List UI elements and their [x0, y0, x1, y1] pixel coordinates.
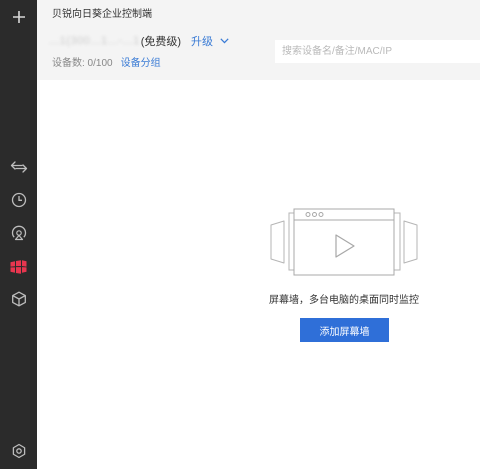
clock-icon [11, 192, 26, 208]
account-switcher[interactable]: ...1(300...1...-...1 (免费级) 升级 [49, 33, 229, 49]
add-button[interactable] [0, 2, 37, 32]
header: 贝锐向日葵企业控制端 ...1(300...1...-...1 (免费级) 升级… [37, 0, 480, 80]
empty-state-message: 屏幕墙，多台电脑的桌面同时监控 [269, 295, 419, 306]
remote-control-icon [10, 161, 27, 173]
screen-wall-icon [10, 260, 27, 274]
sidebar-item-remote-control[interactable] [0, 152, 37, 182]
device-count-row: 设备数: 0/100 设备分组 [52, 54, 161, 69]
sidebar-item-history[interactable] [0, 185, 37, 215]
account-name: ...1(300...1...-...1 [49, 35, 140, 47]
plus-icon [12, 11, 25, 23]
add-screen-wall-button[interactable]: 添加屏幕墙 [300, 318, 389, 342]
remote-monitor-icon [11, 225, 26, 241]
sidebar-item-settings[interactable] [0, 436, 37, 466]
device-count: 设备数: 0/100 [52, 58, 113, 69]
sidebar-item-remote-monitor[interactable] [0, 218, 37, 248]
sidebar-item-plugins[interactable] [0, 284, 37, 314]
upgrade-link[interactable]: 升级 [191, 33, 213, 49]
app-window: 贝锐向日葵企业控制端 ...1(300...1...-...1 (免费级) 升级… [0, 0, 480, 469]
sidebar [0, 0, 37, 469]
sidebar-item-screen-wall[interactable] [0, 252, 37, 282]
chevron-down-icon[interactable] [220, 38, 229, 44]
screen-wall-illustration [270, 208, 418, 276]
cube-icon [11, 291, 26, 307]
device-group-link[interactable]: 设备分组 [121, 58, 161, 69]
account-level: (免费级) [140, 36, 182, 48]
settings-icon [12, 443, 25, 459]
search-input[interactable] [275, 40, 480, 63]
app-title: 贝锐向日葵企业控制端 [52, 9, 152, 20]
